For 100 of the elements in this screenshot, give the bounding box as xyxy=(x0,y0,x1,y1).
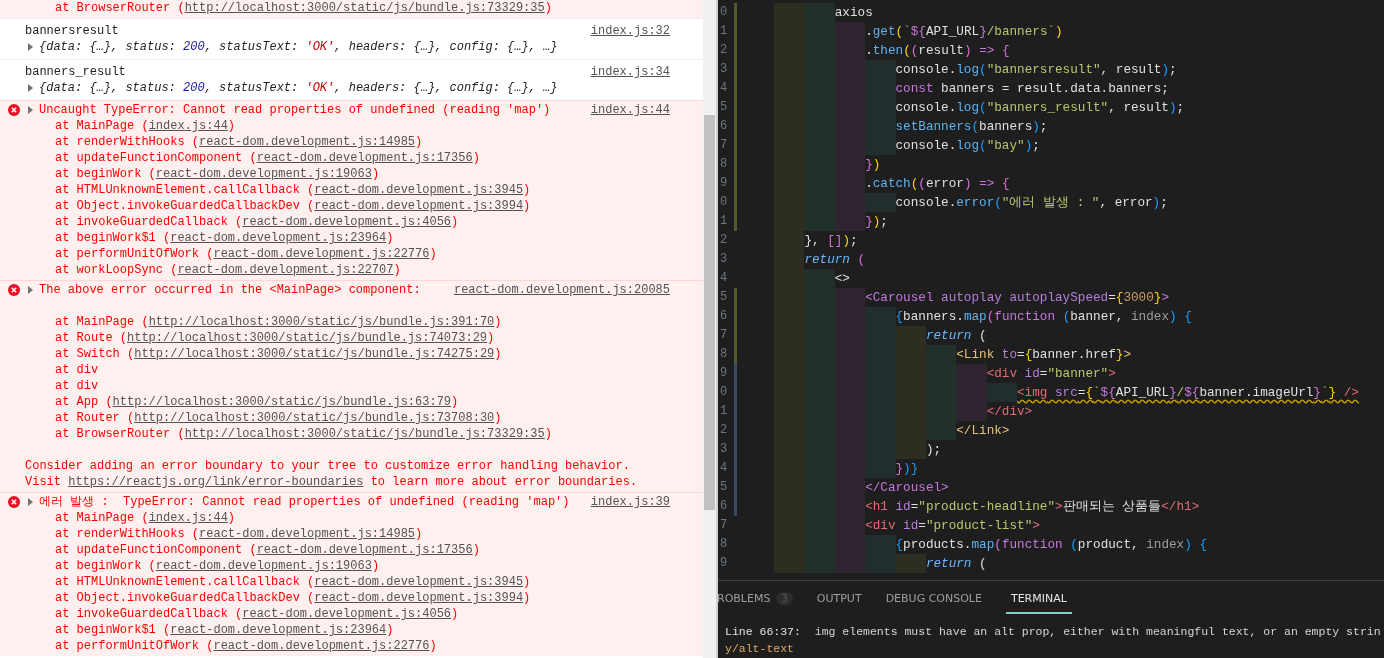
code-line: <Carousel autoplay autoplaySpeed={3000}> xyxy=(865,289,1169,307)
source-link[interactable]: index.js:32 xyxy=(590,23,670,39)
stack-frame: at App (http://localhost:3000/static/js/bundle.js:63:79) xyxy=(55,394,670,410)
panel-tab[interactable]: DEBUG CONSOLE xyxy=(885,584,982,614)
code-line: <h1 id="product-headline">판매되는 상품들</h1> xyxy=(865,498,1200,516)
code-line: .then((result) => { xyxy=(865,42,1010,60)
code-line: }) xyxy=(865,156,881,174)
line-number: 9 xyxy=(719,175,729,192)
stack-frame: at renderWithHooks (react-dom.development.js:14985) xyxy=(55,526,670,542)
source-link[interactable]: react-dom.development.js:19063 xyxy=(155,167,372,181)
line-number: 4 xyxy=(719,270,729,287)
source-link[interactable]: react-dom.development.js:23964 xyxy=(170,623,387,637)
source-link[interactable]: http://localhost:3000/static/js/bundle.js:74275:29 xyxy=(134,347,495,361)
source-link[interactable]: http://localhost:3000/static/js/bundle.js:74073:29 xyxy=(127,331,488,345)
source-link[interactable]: http://localhost:3000/static/js/bundle.js:73708:30 xyxy=(134,411,495,425)
stack-frame: at beginWork (react-dom.development.js:19063) xyxy=(55,558,670,574)
terminal-line: y/alt-text xyxy=(725,641,795,657)
source-link[interactable]: http://localhost:3000/static/js/bundle.js:73329:35 xyxy=(184,1,545,15)
source-link[interactable]: react-dom.development.js:23964 xyxy=(170,231,387,245)
code-line: </Link> xyxy=(956,422,1010,440)
source-link[interactable]: react-dom.development.js:22776 xyxy=(213,247,430,261)
stack-frame: at beginWork$1 (react-dom.development.js:23964) xyxy=(55,230,670,246)
line-number: 4 xyxy=(719,460,729,477)
line-number: 2 xyxy=(719,232,729,249)
line-number: 6 xyxy=(719,308,729,325)
line-number: 6 xyxy=(719,498,729,515)
indent-guide xyxy=(986,383,1017,402)
terminal-line: Line 66:37: img elements must have an alt prop, either with meaningful text, or an empty strin xyxy=(725,624,1382,640)
code-line: })} xyxy=(895,460,919,478)
code-line: {products.map(function (product, index) { xyxy=(895,536,1207,554)
source-link[interactable]: http://localhost:3000/static/js/bundle.js:63:79 xyxy=(112,395,452,409)
stack-frame: at performUnitOfWork (react-dom.development.js:22776) xyxy=(55,638,670,654)
code-line: <div id="banner"> xyxy=(986,365,1116,383)
stack-frame: at MainPage (http://localhost:3000/static/js/bundle.js:391:70) xyxy=(55,314,670,330)
stack-frame: at HTMLUnknownElement.callCallback (react-dom.development.js:3945) xyxy=(55,182,670,198)
line-number: 5 xyxy=(719,99,729,116)
line-number: 0 xyxy=(719,4,729,21)
source-link[interactable]: index.js:39 xyxy=(590,494,670,510)
log-message: bannersresult xyxy=(25,23,120,39)
expand-arrow-icon[interactable] xyxy=(28,84,33,92)
source-link[interactable]: index.js:44 xyxy=(590,102,670,118)
stack-frame: at performUnitOfWork (react-dom.development.js:22776) xyxy=(55,246,670,262)
expand-arrow-icon[interactable] xyxy=(28,106,33,114)
code-line: }); xyxy=(865,213,888,231)
code-line: .catch((error) => { xyxy=(865,175,1010,193)
source-link[interactable]: react-dom.development.js:22707 xyxy=(177,263,394,277)
stack-frame: at beginWork (react-dom.development.js:19063) xyxy=(55,166,670,182)
code-line: </Carousel> xyxy=(865,479,949,497)
error-note: Visit https://reactjs.org/link/error-boundaries to learn more about error boundaries. xyxy=(25,474,639,490)
docs-link[interactable]: https://reactjs.org/link/error-boundaries xyxy=(68,475,364,489)
source-link[interactable]: react-dom.development.js:17356 xyxy=(256,543,473,557)
line-number: 7 xyxy=(719,517,729,534)
stack-frame: at BrowserRouter (http://localhost:3000/static/js/bundle.js:73329:35) xyxy=(55,0,670,16)
line-number: 8 xyxy=(719,346,729,363)
code-line: ); xyxy=(925,441,942,459)
source-link[interactable]: react-dom.development.js:17356 xyxy=(256,151,473,165)
source-link[interactable]: react-dom.development.js:19063 xyxy=(155,559,372,573)
line-number: 1 xyxy=(719,403,729,420)
source-link[interactable]: http://localhost:3000/static/js/bundle.js:391:70 xyxy=(148,315,495,329)
code-line: <div id="product-list"> xyxy=(865,517,1040,535)
source-link[interactable]: react-dom.development.js:3945 xyxy=(314,575,524,589)
error-icon xyxy=(7,284,20,296)
line-number: 5 xyxy=(719,479,729,496)
code-line: console.log("banners_result", result); xyxy=(895,99,1185,117)
stack-frame: at div xyxy=(55,362,670,378)
source-link[interactable]: index.js:44 xyxy=(148,119,228,133)
code-line: }, []); xyxy=(804,232,858,250)
expand-arrow-icon[interactable] xyxy=(28,286,33,294)
panel-tab[interactable]: TERMINAL xyxy=(1005,584,1072,614)
stack-frame: at beginWork$1 (react-dom.development.js:23964) xyxy=(55,622,670,638)
source-link[interactable]: react-dom.development.js:20085 xyxy=(453,282,670,298)
source-link[interactable]: react-dom.development.js:4056 xyxy=(242,607,452,621)
line-number: 9 xyxy=(719,365,729,382)
code-line: console.log("bay"); xyxy=(895,137,1040,155)
source-link[interactable]: react-dom.development.js:14985 xyxy=(199,135,416,149)
source-link[interactable]: react-dom.development.js:3994 xyxy=(314,591,524,605)
stack-frame: at BrowserRouter (http://localhost:3000/static/js/bundle.js:73329:35) xyxy=(55,426,670,442)
expand-arrow-icon[interactable] xyxy=(28,498,33,506)
object-preview: {data: {…}, status: 200, statusText: 'OK', headers: {…}, config: {…}, …} xyxy=(39,80,558,96)
stack-frame: at updateFunctionComponent (react-dom.development.js:17356) xyxy=(55,150,670,166)
panel-tab[interactable]: OUTPUT xyxy=(816,584,862,614)
expand-arrow-icon[interactable] xyxy=(28,43,33,51)
source-link[interactable]: http://localhost:3000/static/js/bundle.js:73329:35 xyxy=(184,427,545,441)
code-line: </div> xyxy=(986,403,1033,421)
log-message: banners_result xyxy=(25,64,127,80)
source-link[interactable]: react-dom.development.js:3994 xyxy=(314,199,524,213)
source-link[interactable]: react-dom.development.js:3945 xyxy=(314,183,524,197)
source-link[interactable]: index.js:34 xyxy=(590,64,670,80)
code-line: <> xyxy=(834,270,850,288)
code-line: setBanners(banners); xyxy=(895,118,1048,136)
scrollbar[interactable] xyxy=(703,0,716,658)
line-number: 2 xyxy=(719,42,729,59)
line-number: 7 xyxy=(719,327,729,344)
source-link[interactable]: react-dom.development.js:14985 xyxy=(199,527,416,541)
source-link[interactable]: react-dom.development.js:4056 xyxy=(242,215,452,229)
source-link[interactable]: index.js:44 xyxy=(148,511,228,525)
stack-frame: at Object.invokeGuardedCallbackDev (react-dom.development.js:3994) xyxy=(55,590,670,606)
stack-frame: at MainPage (index.js:44) xyxy=(55,510,670,526)
source-link[interactable]: react-dom.development.js:22776 xyxy=(213,639,430,653)
stack-frame: at renderWithHooks (react-dom.development.js:14985) xyxy=(55,134,670,150)
